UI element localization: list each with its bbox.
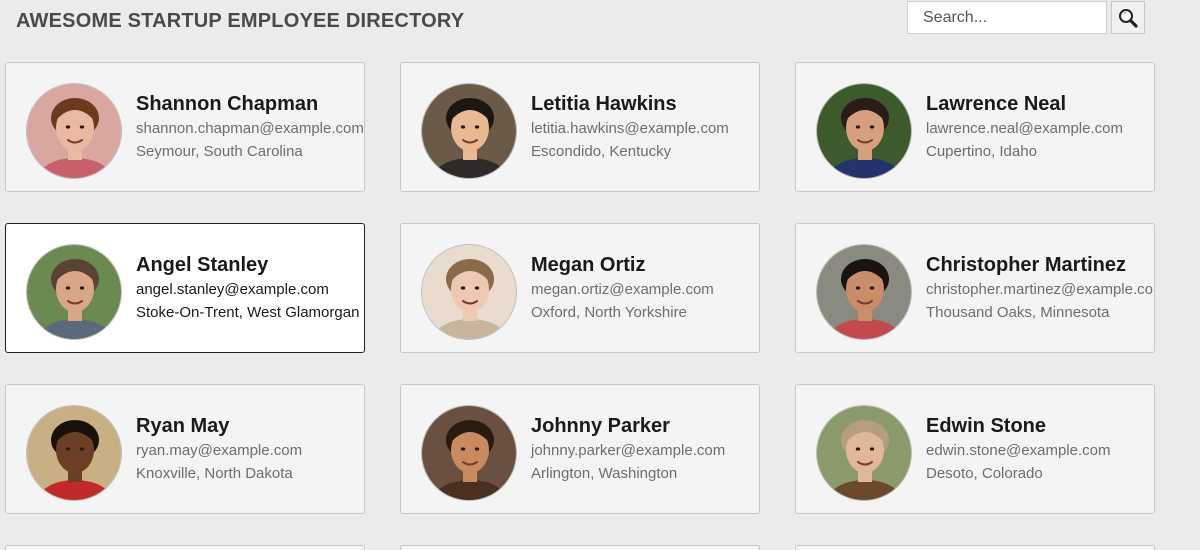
employee-location: Stoke-On-Trent, West Glamorgan — [136, 304, 360, 321]
portrait-photo — [27, 406, 121, 500]
portrait-photo — [817, 245, 911, 339]
employee-card-partial[interactable] — [5, 545, 365, 550]
employee-email: edwin.stone@example.com — [926, 442, 1111, 459]
employee-location: Seymour, South Carolina — [136, 143, 303, 160]
employee-card[interactable]: Christopher Martinez christopher.martine… — [795, 223, 1155, 353]
portrait-photo — [422, 84, 516, 178]
employee-name: Lawrence Neal — [926, 93, 1067, 115]
employee-grid: Shannon Chapman shannon.chapman@example.… — [5, 62, 1155, 514]
employee-name: Christopher Martinez — [926, 254, 1127, 276]
portrait-photo — [422, 245, 516, 339]
search-button[interactable] — [1111, 1, 1145, 34]
employee-card[interactable]: Angel Stanley angel.stanley@example.com … — [5, 223, 365, 353]
avatar — [816, 244, 912, 340]
employee-name: Shannon Chapman — [136, 93, 319, 115]
avatar — [421, 244, 517, 340]
avatar — [26, 405, 122, 501]
employee-email: lawrence.neal@example.com — [926, 120, 1123, 137]
avatar — [26, 83, 122, 179]
employee-card[interactable]: Ryan May ryan.may@example.com Knoxville,… — [5, 384, 365, 514]
directory-page: AWESOME STARTUP EMPLOYEE DIRECTORY Shann… — [0, 0, 1200, 550]
employee-name: Angel Stanley — [136, 254, 269, 276]
employee-email: angel.stanley@example.com — [136, 281, 329, 298]
avatar — [421, 405, 517, 501]
employee-card[interactable]: Edwin Stone edwin.stone@example.com Deso… — [795, 384, 1155, 514]
portrait-photo — [817, 84, 911, 178]
employee-card[interactable]: Megan Ortiz megan.ortiz@example.com Oxfo… — [400, 223, 760, 353]
page-title: AWESOME STARTUP EMPLOYEE DIRECTORY — [16, 10, 465, 32]
employee-location: Cupertino, Idaho — [926, 143, 1037, 160]
employee-email: megan.ortiz@example.com — [531, 281, 714, 298]
employee-location: Escondido, Kentucky — [531, 143, 672, 160]
employee-email: ryan.may@example.com — [136, 442, 303, 459]
employee-card[interactable]: Johnny Parker johnny.parker@example.com … — [400, 384, 760, 514]
portrait-photo — [27, 84, 121, 178]
employee-location: Desoto, Colorado — [926, 465, 1043, 482]
employee-email: christopher.martinez@example.com — [926, 281, 1155, 298]
magnifier-icon — [1119, 8, 1138, 28]
portrait-photo — [817, 406, 911, 500]
employee-card-partial[interactable] — [400, 545, 760, 550]
employee-email: shannon.chapman@example.com — [136, 120, 364, 137]
employee-name: Letitia Hawkins — [531, 93, 677, 115]
employee-card[interactable]: Shannon Chapman shannon.chapman@example.… — [5, 62, 365, 192]
employee-name: Megan Ortiz — [531, 254, 646, 276]
portrait-photo — [422, 406, 516, 500]
employee-card-partial[interactable] — [795, 545, 1155, 550]
avatar — [816, 83, 912, 179]
employee-location: Arlington, Washington — [531, 465, 678, 482]
avatar — [816, 405, 912, 501]
employee-location: Thousand Oaks, Minnesota — [926, 304, 1110, 321]
employee-card[interactable]: Letitia Hawkins letitia.hawkins@example.… — [400, 62, 760, 192]
employee-email: letitia.hawkins@example.com — [531, 120, 729, 137]
employee-location: Oxford, North Yorkshire — [531, 304, 687, 321]
avatar — [26, 244, 122, 340]
employee-email: johnny.parker@example.com — [531, 442, 726, 459]
employee-card[interactable]: Lawrence Neal lawrence.neal@example.com … — [795, 62, 1155, 192]
employee-name: Edwin Stone — [926, 415, 1046, 437]
employee-name: Johnny Parker — [531, 415, 670, 437]
employee-name: Ryan May — [136, 415, 230, 437]
portrait-photo — [27, 245, 121, 339]
employee-location: Knoxville, North Dakota — [136, 465, 293, 482]
search-input[interactable] — [907, 1, 1107, 34]
avatar — [421, 83, 517, 179]
